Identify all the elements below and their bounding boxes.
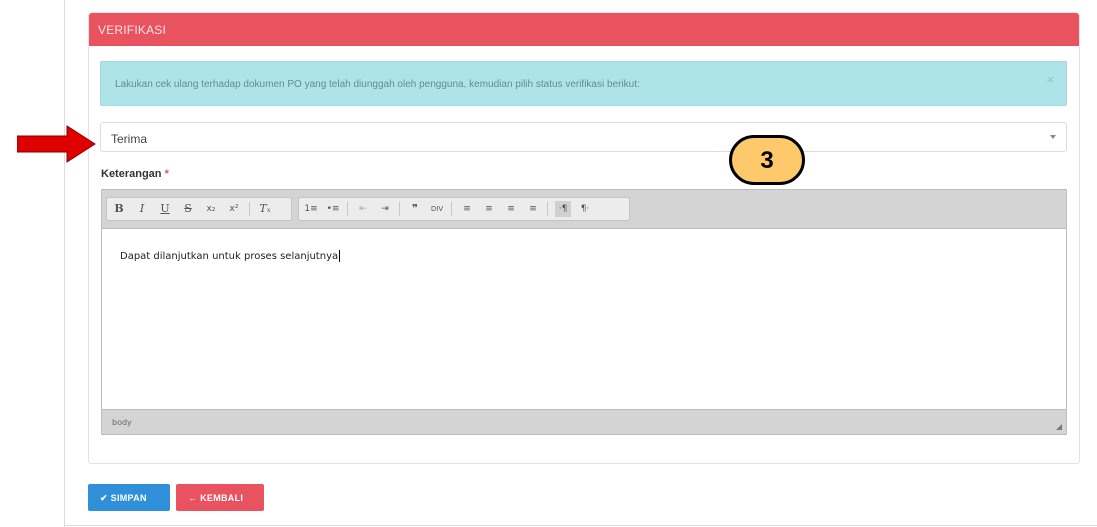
keterangan-label: Keterangan *	[101, 168, 169, 180]
save-button[interactable]: ✔ SIMPAN	[88, 484, 170, 511]
ltr-button[interactable]: ·¶	[555, 201, 571, 217]
toolbar-group-basic: B I U S x₂ x² Tₓ	[106, 197, 292, 221]
content-bottom-border	[64, 525, 1097, 526]
toolbar-group-paragraph: 1≡ •≡ ⇤ ⇥ ❞ DIV ≡ ≡ ≡ ≡ ·¶ ¶·	[298, 197, 630, 221]
close-icon[interactable]: ×	[1046, 72, 1054, 87]
info-alert: Lakukan cek ulang terhadap dokumen PO ya…	[100, 61, 1067, 106]
align-right-button[interactable]: ≡	[503, 201, 519, 217]
numbered-list-button[interactable]: 1≡	[303, 201, 319, 217]
subscript-button[interactable]: x₂	[203, 201, 219, 217]
align-left-button[interactable]: ≡	[459, 201, 475, 217]
rtl-button[interactable]: ¶·	[577, 201, 593, 217]
step-number: 3	[760, 147, 774, 174]
italic-button[interactable]: I	[134, 201, 150, 217]
bold-button[interactable]: B	[111, 201, 127, 217]
blockquote-button[interactable]: ❞	[407, 201, 423, 217]
editor-content-text: Dapat dilanjutkan untuk proses selanjutn…	[120, 251, 339, 262]
panel-title: VERIFIKASI	[98, 23, 167, 37]
select-value: Terima	[111, 132, 148, 146]
align-center-button[interactable]: ≡	[481, 201, 497, 217]
editor-content: Dapat dilanjutkan untuk proses selanjutn…	[120, 250, 341, 262]
verification-panel: VERIFIKASI Lakukan cek ulang terhadap do…	[88, 12, 1080, 464]
justify-button[interactable]: ≡	[525, 201, 541, 217]
bulleted-list-button[interactable]: •≡	[325, 201, 341, 217]
save-button-label: ✔ SIMPAN	[100, 493, 147, 503]
step-badge: 3	[729, 135, 805, 185]
resize-handle-icon[interactable]	[1056, 424, 1062, 430]
back-button[interactable]: ← KEMBALI	[176, 484, 264, 511]
content-left-border	[64, 0, 65, 527]
alert-text: Lakukan cek ulang terhadap dokumen PO ya…	[115, 79, 640, 90]
toolbar-separator	[547, 202, 548, 216]
toolbar-separator	[249, 202, 250, 216]
indent-button[interactable]: ⇥	[377, 201, 393, 217]
toolbar-separator	[347, 202, 348, 216]
outdent-button[interactable]: ⇤	[355, 201, 371, 217]
editor-content-area[interactable]: Dapat dilanjutkan untuk proses selanjutn…	[102, 230, 1066, 409]
superscript-button[interactable]: x²	[226, 201, 242, 217]
back-button-label: ← KEMBALI	[188, 493, 244, 503]
panel-header: VERIFIKASI	[89, 13, 1079, 46]
required-mark: *	[164, 168, 169, 180]
element-path[interactable]: body	[112, 418, 132, 427]
verification-status-select[interactable]: Terima	[100, 122, 1067, 152]
text-cursor	[339, 250, 341, 262]
strike-button[interactable]: S	[180, 201, 196, 217]
rich-text-editor: B I U S x₂ x² Tₓ 1≡ •≡ ⇤ ⇥ ❞ DIV ≡ ≡ ≡ ≡…	[101, 189, 1067, 435]
div-button[interactable]: DIV	[429, 201, 445, 217]
toolbar-separator	[451, 202, 452, 216]
remove-format-button[interactable]: Tₓ	[257, 201, 273, 217]
toolbar-separator	[399, 202, 400, 216]
underline-button[interactable]: U	[157, 201, 173, 217]
editor-statusbar: body	[102, 409, 1066, 434]
keterangan-label-text: Keterangan	[101, 168, 162, 180]
editor-toolbar: B I U S x₂ x² Tₓ 1≡ •≡ ⇤ ⇥ ❞ DIV ≡ ≡ ≡ ≡…	[102, 190, 1066, 229]
red-arrow-icon	[17, 125, 96, 163]
chevron-down-icon	[1050, 135, 1056, 139]
